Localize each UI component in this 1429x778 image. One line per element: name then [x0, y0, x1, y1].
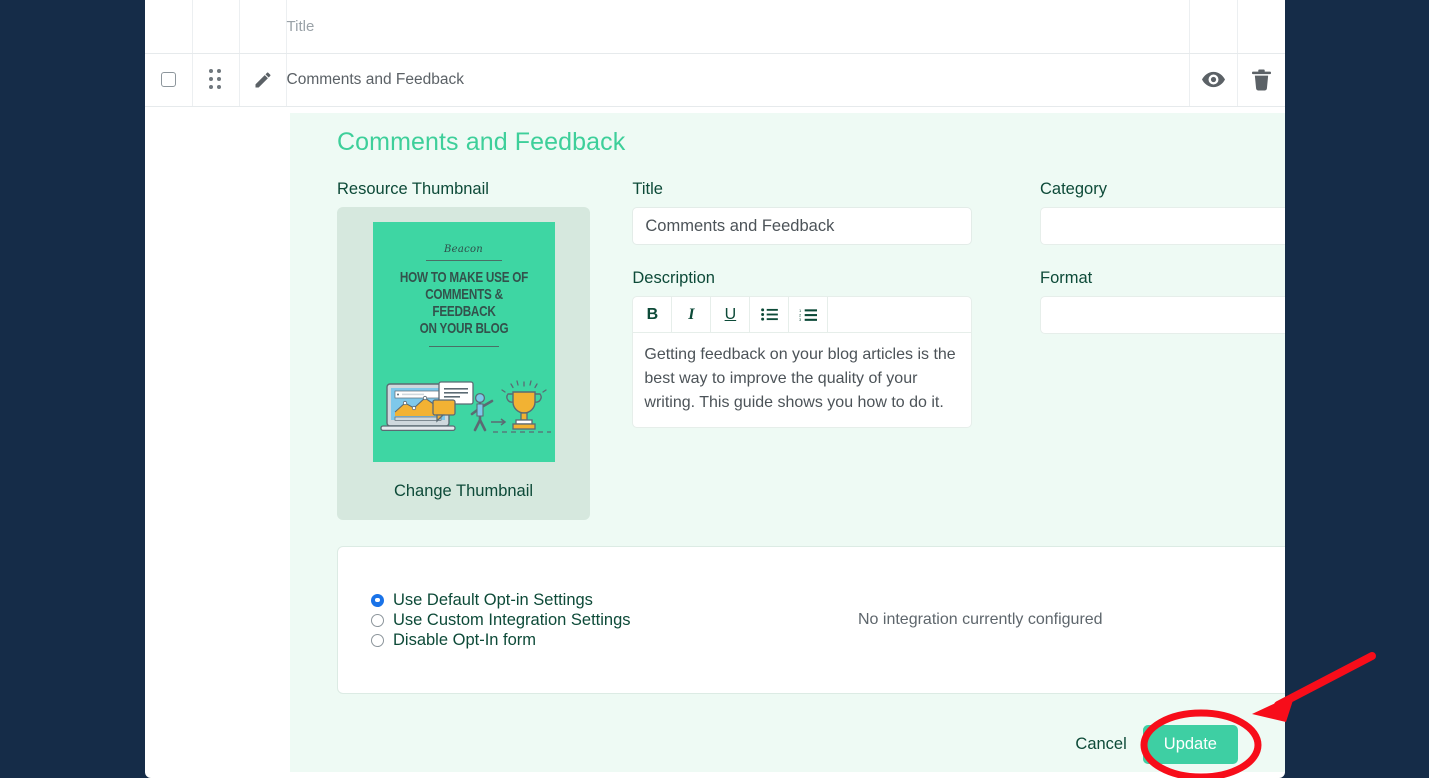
eye-icon[interactable]	[1202, 71, 1225, 88]
radio-default-icon[interactable]	[371, 594, 384, 607]
editor-actions: Cancel Update	[1075, 725, 1238, 764]
annotation-arrow-line	[1278, 656, 1372, 705]
radio-disable-icon[interactable]	[371, 634, 384, 647]
description-text[interactable]: Getting feedback on your blog articles i…	[633, 333, 971, 427]
editor-columns: Resource Thumbnail Beacon HOW TO MAKE US…	[337, 180, 1285, 520]
row-drag-cell	[192, 53, 239, 106]
cancel-button[interactable]: Cancel	[1075, 735, 1126, 754]
thumbnail-brand: Beacon	[373, 244, 555, 255]
row-checkbox[interactable]	[161, 72, 176, 87]
drag-handle-icon[interactable]	[209, 69, 222, 90]
svg-text:3: 3	[799, 317, 802, 322]
thumbnail-headline-line3: ON YOUR BLOG	[393, 320, 535, 337]
numbered-list-button[interactable]: 1 2 3	[789, 297, 828, 332]
thumbnail-headline-line1: HOW TO MAKE USE OF	[393, 269, 535, 286]
row-select-cell	[145, 53, 192, 106]
thumbnail-label: Resource Thumbnail	[337, 180, 632, 199]
optin-radio-group: Use Default Opt-in Settings Use Custom I…	[338, 590, 858, 651]
optin-option-custom[interactable]: Use Custom Integration Settings	[371, 611, 858, 630]
header-cell-select	[145, 0, 192, 53]
change-thumbnail-button[interactable]: Change Thumbnail	[337, 462, 590, 520]
table-header: Title	[145, 0, 1285, 53]
description-editor: B I U	[632, 296, 972, 428]
optin-option-custom-label: Use Custom Integration Settings	[393, 611, 631, 630]
row-delete-cell	[1237, 53, 1285, 106]
header-cell-delete	[1237, 0, 1285, 53]
row-edit-cell	[239, 53, 286, 106]
optin-option-default[interactable]: Use Default Opt-in Settings	[371, 591, 858, 610]
thumbnail-illustration-icon	[373, 378, 555, 440]
table-body: Comments and Feedback	[145, 53, 1285, 106]
thumbnail-headline: HOW TO MAKE USE OF COMMENTS & FEEDBACK O…	[393, 269, 535, 337]
update-button[interactable]: Update	[1143, 725, 1238, 764]
optin-settings-card: Use Default Opt-in Settings Use Custom I…	[337, 546, 1285, 694]
details-column: Title Comments and Feedback Description …	[632, 180, 1040, 520]
header-cell-drag	[192, 0, 239, 53]
pencil-icon[interactable]	[253, 70, 273, 90]
title-field-label: Title	[632, 180, 1040, 199]
thumbnail-column: Resource Thumbnail Beacon HOW TO MAKE US…	[337, 180, 632, 520]
radio-custom-icon[interactable]	[371, 614, 384, 627]
table-header-row: Title	[145, 0, 1285, 53]
numbered-list-icon: 1 2 3	[799, 308, 817, 322]
format-select[interactable]	[1040, 296, 1285, 334]
category-select[interactable]	[1040, 207, 1285, 245]
description-field-label: Description	[632, 269, 1040, 288]
thumbnail-headline-line2: COMMENTS & FEEDBACK	[393, 286, 535, 320]
underline-button[interactable]: U	[711, 297, 750, 332]
header-cell-edit	[239, 0, 286, 53]
editor-heading: Comments and Feedback	[337, 113, 1285, 157]
settings-column: Category Format	[1040, 180, 1285, 520]
thumbnail-box: Beacon HOW TO MAKE USE OF COMMENTS & FEE…	[337, 207, 590, 520]
format-field-label: Format	[1040, 269, 1285, 288]
resources-table: Title	[145, 0, 1285, 107]
trash-icon[interactable]	[1252, 69, 1271, 91]
table-row[interactable]: Comments and Feedback	[145, 53, 1285, 106]
header-cell-title: Title	[286, 0, 1189, 53]
bold-button[interactable]: B	[633, 297, 672, 332]
title-input[interactable]: Comments and Feedback	[632, 207, 972, 245]
row-title: Comments and Feedback	[286, 53, 1189, 106]
header-cell-preview	[1189, 0, 1237, 53]
category-field-label: Category	[1040, 180, 1285, 199]
optin-option-default-label: Use Default Opt-in Settings	[393, 591, 593, 610]
bullet-list-icon	[761, 308, 778, 321]
screen-root: Title	[0, 0, 1429, 778]
thumbnail-rule-bottom	[429, 346, 499, 347]
bullet-list-button[interactable]	[750, 297, 789, 332]
thumbnail-rule-top	[426, 260, 502, 261]
row-preview-cell	[1189, 53, 1237, 106]
optin-option-disable-label: Disable Opt-In form	[393, 631, 536, 650]
italic-button[interactable]: I	[672, 297, 711, 332]
resources-page-card: Title	[145, 0, 1285, 778]
description-toolbar: B I U	[633, 297, 971, 333]
thumbnail-image[interactable]: Beacon HOW TO MAKE USE OF COMMENTS & FEE…	[373, 222, 555, 462]
integration-status-text: No integration currently configured	[858, 611, 1103, 629]
optin-option-disable[interactable]: Disable Opt-In form	[371, 631, 858, 650]
